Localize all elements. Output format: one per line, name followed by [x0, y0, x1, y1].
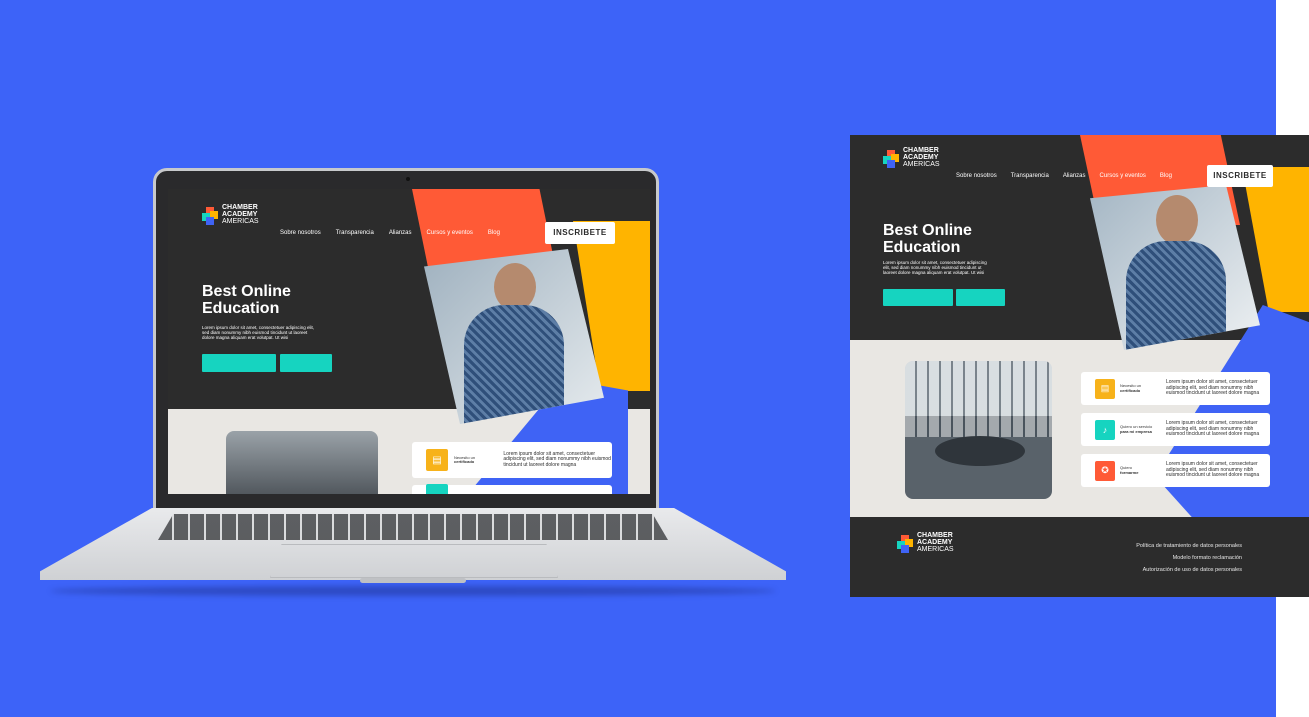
meeting-table	[935, 436, 1025, 466]
logo-line-1: CHAMBER	[903, 147, 939, 154]
logo-line-2: ACADEMY	[917, 539, 953, 546]
laptop-mockup: CHAMBER ACADEMY AMERICAS Sobre nosotros …	[40, 168, 786, 598]
logo-mark-icon	[883, 149, 899, 168]
nav-item-sobre-nosotros[interactable]: Sobre nosotros	[956, 173, 997, 179]
feature-card[interactable]: ✪ Quiero formarme Lorem ipsum dolor sit …	[1081, 454, 1270, 487]
person-head	[1156, 195, 1198, 245]
hero-primary-button[interactable]	[202, 354, 276, 372]
microphone-icon	[426, 484, 448, 494]
logo-line-2: ACADEMY	[222, 211, 258, 218]
nav-item-cursos-y-eventos[interactable]: Cursos y eventos	[1100, 173, 1146, 179]
feature-text: Lorem ipsum dolor sit amet, consectetuer…	[1166, 379, 1260, 397]
award-icon: ✪	[1095, 460, 1115, 481]
laptop-screen: CHAMBER ACADEMY AMERICAS Sobre nosotros …	[168, 189, 650, 494]
brand-logo[interactable]: CHAMBER ACADEMY AMERICAS	[883, 147, 940, 168]
person-shirt	[464, 305, 564, 424]
footer-link-data-authorization[interactable]: Autorización de uso de datos personales	[1136, 564, 1242, 576]
website-preview-large: CHAMBER ACADEMY AMERICAS Sobre nosotros …	[850, 135, 1309, 597]
logo-mark-icon	[202, 206, 218, 225]
nav-item-cursos-y-eventos[interactable]: Cursos y eventos	[427, 230, 473, 236]
footer-link-complaint[interactable]: Modelo formato reclamación	[1136, 552, 1242, 564]
hero-title-line-2: Education	[202, 299, 280, 317]
laptop-base	[40, 508, 786, 596]
laptop-shadow	[50, 586, 776, 596]
meeting-window	[905, 361, 1052, 437]
main-nav: Sobre nosotros Transparencia Alianzas Cu…	[956, 173, 1172, 179]
nav-item-blog[interactable]: Blog	[1160, 173, 1172, 179]
brand-logo[interactable]: CHAMBER ACADEMY AMERICAS	[202, 204, 259, 225]
hero-title-line-1: Best Online	[883, 222, 972, 239]
logo-line-1: CHAMBER	[917, 532, 953, 539]
feature-label-bold: certificado	[1120, 387, 1141, 393]
webcam	[406, 177, 410, 181]
nav-item-transparencia[interactable]: Transparencia	[336, 230, 374, 236]
logo-mark-icon	[897, 534, 913, 553]
logo-line-3: AMERICAS	[903, 161, 940, 168]
hero-primary-button[interactable]	[883, 289, 953, 306]
feature-label-bold: formarme	[1120, 469, 1139, 475]
logo-line-3: AMERICAS	[917, 546, 954, 553]
feature-card[interactable]: ♪ Quiero un servicio para mi empresa Lor…	[1081, 413, 1270, 446]
feature-card[interactable]: ▤ Necesito un certificado Lorem ipsum do…	[412, 442, 612, 478]
person-shirt	[1126, 241, 1226, 350]
inscribete-button[interactable]: INSCRIBETE	[1207, 165, 1273, 187]
footer-links: Política de tratamiento de datos persona…	[1136, 540, 1242, 576]
feature-label-bold: certificado	[454, 459, 475, 464]
meeting-photo	[226, 431, 378, 494]
logo-line-3: AMERICAS	[222, 218, 259, 225]
trackpad	[270, 544, 558, 578]
hero-description: Lorem ipsum dolor sit amet, consectetuer…	[202, 325, 315, 341]
inscribete-button[interactable]: INSCRIBETE	[545, 222, 615, 244]
laptop-lip	[360, 578, 466, 583]
certificate-icon: ▤	[1095, 378, 1115, 399]
hero-secondary-button[interactable]	[956, 289, 1005, 306]
nav-item-blog[interactable]: Blog	[488, 230, 500, 236]
meeting-photo	[905, 361, 1052, 499]
footer-logo[interactable]: CHAMBER ACADEMY AMERICAS	[897, 532, 954, 553]
feature-label-bold: para mi empresa	[1120, 428, 1152, 434]
main-nav: Sobre nosotros Transparencia Alianzas Cu…	[280, 230, 500, 236]
hero-title: Best Online Education	[202, 283, 291, 318]
keyboard	[158, 514, 668, 540]
logo-line-2: ACADEMY	[903, 154, 939, 161]
person-head	[494, 263, 536, 311]
nav-item-sobre-nosotros[interactable]: Sobre nosotros	[280, 230, 321, 236]
hero-secondary-button[interactable]	[280, 354, 332, 372]
feature-card[interactable]	[412, 484, 612, 494]
footer-link-privacy[interactable]: Política de tratamiento de datos persona…	[1136, 540, 1242, 552]
nav-item-alianzas[interactable]: Alianzas	[1063, 173, 1086, 179]
hero-title-line-1: Best Online	[202, 283, 291, 300]
laptop-lid: CHAMBER ACADEMY AMERICAS Sobre nosotros …	[153, 168, 659, 513]
hero-description: Lorem ipsum dolor sit amet, consectetuer…	[883, 260, 987, 276]
nav-item-alianzas[interactable]: Alianzas	[389, 230, 412, 236]
feature-text: Lorem ipsum dolor sit amet, consectetuer…	[1166, 420, 1260, 438]
feature-text: Lorem ipsum dolor sit amet, consectetuer…	[1166, 461, 1260, 479]
hero-title: Best Online Education	[883, 222, 972, 257]
nav-item-transparencia[interactable]: Transparencia	[1011, 173, 1049, 179]
microphone-icon: ♪	[1095, 419, 1115, 440]
feature-text: Lorem ipsum dolor sit amet, consectetuer…	[503, 450, 611, 468]
website-preview-small: CHAMBER ACADEMY AMERICAS Sobre nosotros …	[168, 189, 650, 494]
site-footer: CHAMBER ACADEMY AMERICAS Política de tra…	[850, 517, 1309, 597]
hero-title-line-2: Education	[883, 238, 961, 256]
logo-line-1: CHAMBER	[222, 204, 258, 211]
feature-card[interactable]: ▤ Necesito un certificado Lorem ipsum do…	[1081, 372, 1270, 405]
certificate-icon: ▤	[426, 449, 448, 471]
